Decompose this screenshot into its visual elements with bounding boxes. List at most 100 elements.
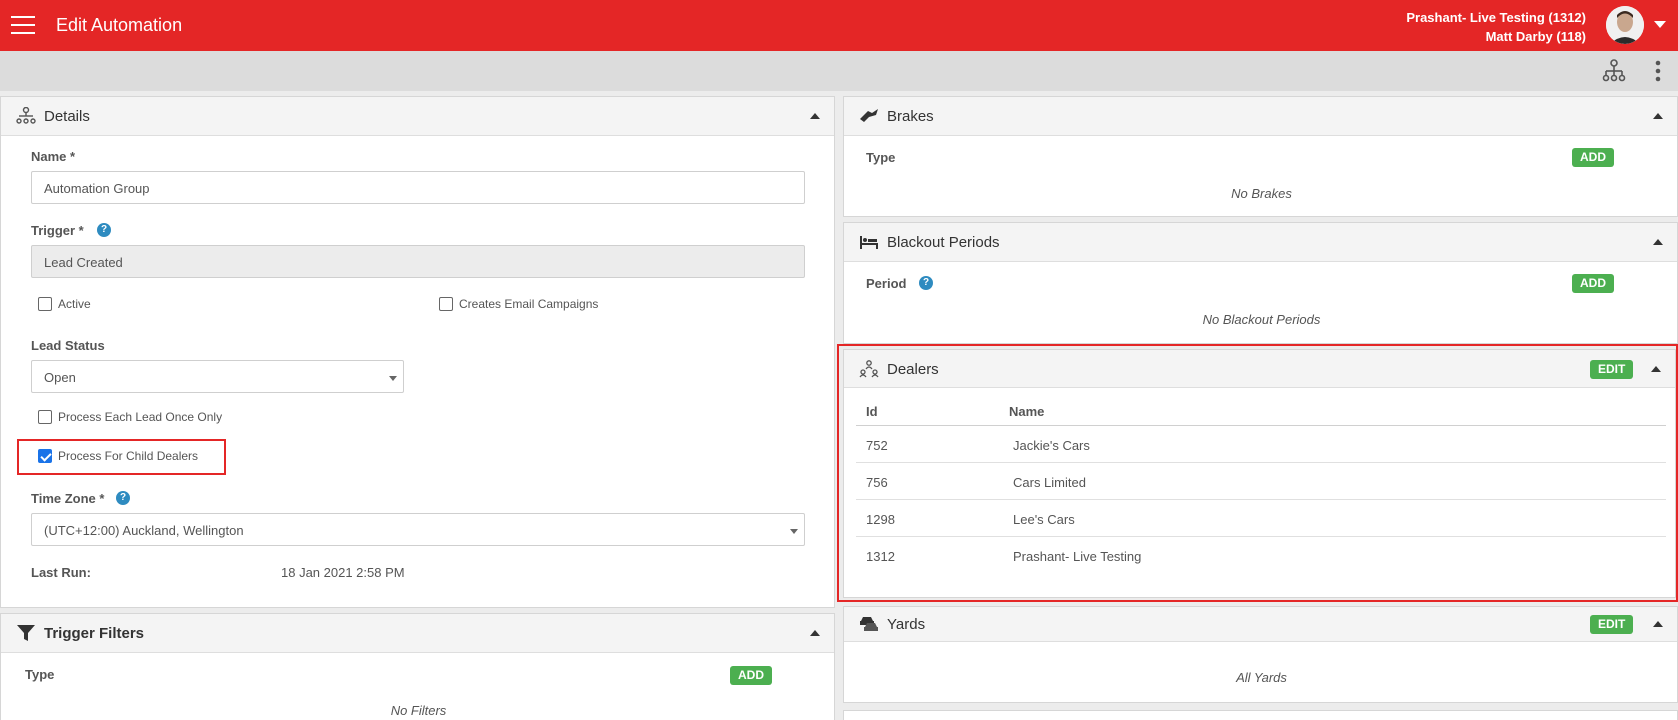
dealer-id: 1312 — [866, 549, 895, 564]
collapse-icon[interactable] — [810, 630, 820, 636]
timezone-value: (UTC+12:00) Auckland, Wellington — [44, 523, 244, 538]
lead-status-label: Lead Status — [31, 338, 105, 353]
user-menu-caret-icon[interactable] — [1654, 21, 1666, 28]
dealer-id: 756 — [866, 475, 888, 490]
details-title: Details — [44, 108, 90, 125]
collapse-icon[interactable] — [1651, 366, 1661, 372]
user-info[interactable]: Prashant- Live Testing (1312) Matt Darby… — [1406, 8, 1586, 46]
process-once-checkbox-row[interactable]: Process Each Lead Once Only — [38, 410, 222, 424]
edit-dealers-button[interactable]: EDIT — [1590, 360, 1634, 379]
active-checkbox-row[interactable]: Active — [38, 297, 91, 311]
dealers-header[interactable]: Dealers EDIT — [844, 350, 1675, 388]
period-label: Period — [866, 276, 907, 291]
trigger-filters-header[interactable]: Trigger Filters — [1, 614, 834, 653]
user-avatar-icon — [1606, 6, 1644, 44]
brake-icon — [859, 107, 879, 125]
blackout-panel: Blackout Periods Period ? ADD No Blackou… — [843, 222, 1678, 344]
dealer-name: Cars Limited — [1013, 475, 1086, 490]
table-row[interactable]: 756 Cars Limited — [856, 463, 1666, 500]
trigger-label: Trigger * — [31, 223, 84, 238]
creates-email-checkbox-row[interactable]: Creates Email Campaigns — [439, 297, 598, 311]
last-run-value: 18 Jan 2021 2:58 PM — [281, 565, 405, 580]
no-filters-message: No Filters — [390, 703, 447, 718]
add-filter-button[interactable]: ADD — [730, 666, 772, 685]
creates-email-checkbox[interactable] — [439, 297, 453, 311]
active-label: Active — [58, 297, 91, 311]
last-run-label: Last Run: — [31, 565, 91, 580]
help-icon[interactable]: ? — [116, 491, 130, 505]
collapse-icon[interactable] — [810, 113, 820, 119]
user-name-line: Matt Darby (118) — [1485, 29, 1586, 44]
trigger-filters-title: Trigger Filters — [44, 625, 145, 642]
process-child-label: Process For Child Dealers — [58, 449, 199, 463]
lead-status-select[interactable]: Open — [31, 360, 404, 393]
blackout-header[interactable]: Blackout Periods — [844, 223, 1677, 262]
hierarchy-icon — [16, 106, 36, 125]
active-checkbox[interactable] — [38, 297, 52, 311]
creates-email-label: Creates Email Campaigns — [459, 297, 599, 311]
name-label: Name * — [31, 149, 76, 164]
column-header-id: Id — [866, 404, 878, 419]
process-once-checkbox[interactable] — [38, 410, 52, 424]
collapse-icon[interactable] — [1653, 239, 1663, 245]
brakes-title: Brakes — [887, 108, 934, 125]
dealer-id: 752 — [866, 438, 888, 453]
all-yards-message: All Yards — [1236, 670, 1287, 685]
dealers-table: Id Name 752 Jackie's Cars 756 Cars Limit… — [856, 392, 1666, 574]
filter-icon — [16, 624, 36, 642]
help-icon[interactable]: ? — [919, 276, 933, 290]
more-vert-icon[interactable] — [1645, 58, 1671, 84]
edit-yards-button[interactable]: EDIT — [1590, 615, 1634, 634]
yards-panel: Yards EDIT All Yards — [843, 606, 1678, 703]
column-header-name: Name — [1009, 404, 1045, 419]
avatar[interactable] — [1606, 6, 1644, 44]
details-panel: Details Name * Automation Group Trigger … — [0, 96, 835, 608]
dealer-id: 1298 — [866, 512, 895, 527]
table-row[interactable]: 752 Jackie's Cars — [856, 426, 1666, 463]
process-once-label: Process Each Lead Once Only — [58, 410, 223, 424]
table-row[interactable]: 1298 Lee's Cars — [856, 500, 1666, 537]
brakes-header[interactable]: Brakes — [844, 97, 1677, 136]
trigger-filters-panel: Trigger Filters Type ADD No Filters — [0, 613, 835, 720]
yard-cars-icon — [859, 615, 879, 633]
brakes-panel: Brakes Type ADD No Brakes — [843, 96, 1678, 217]
lead-status-value: Open — [44, 370, 76, 385]
page-title: Edit Automation — [56, 15, 183, 35]
timezone-label: Time Zone * — [31, 491, 105, 506]
add-brake-button[interactable]: ADD — [1572, 148, 1614, 167]
user-dealer-line: Prashant- Live Testing (1312) — [1406, 10, 1586, 25]
chevron-down-icon — [790, 529, 798, 534]
bed-icon — [859, 233, 879, 251]
dealer-name: Jackie's Cars — [1013, 438, 1090, 453]
top-app-bar: Edit Automation Prashant- Live Testing (… — [0, 0, 1678, 51]
dealers-network-icon — [859, 360, 879, 378]
name-input[interactable]: Automation Group — [31, 171, 805, 204]
hierarchy-icon[interactable] — [1601, 58, 1627, 84]
dealers-title: Dealers — [887, 361, 939, 378]
blackout-title: Blackout Periods — [887, 234, 1000, 251]
brake-type-label: Type — [866, 150, 896, 165]
no-brakes-message: No Brakes — [1231, 186, 1292, 201]
dealer-name: Lee's Cars — [1013, 512, 1075, 527]
next-panel-edge — [843, 710, 1678, 720]
toolbar — [0, 51, 1678, 91]
dealer-name: Prashant- Live Testing — [1013, 549, 1142, 564]
yards-title: Yards — [887, 616, 926, 633]
details-panel-header[interactable]: Details — [1, 97, 834, 136]
collapse-icon[interactable] — [1653, 113, 1663, 119]
help-icon[interactable]: ? — [97, 223, 111, 237]
filter-type-label: Type — [25, 667, 55, 682]
yards-header[interactable]: Yards EDIT — [844, 607, 1677, 642]
trigger-input: Lead Created — [31, 245, 805, 278]
no-blackout-message: No Blackout Periods — [1202, 312, 1321, 327]
chevron-down-icon — [389, 376, 397, 381]
table-header: Id Name — [856, 392, 1666, 426]
menu-icon[interactable] — [11, 16, 35, 34]
add-blackout-button[interactable]: ADD — [1572, 274, 1614, 293]
dealers-panel: Dealers EDIT Id Name 752 Jackie's Cars 7… — [843, 349, 1676, 598]
process-child-checkbox-row[interactable]: Process For Child Dealers — [38, 449, 198, 463]
process-child-checkbox[interactable] — [38, 449, 52, 463]
collapse-icon[interactable] — [1653, 621, 1663, 627]
timezone-select[interactable]: (UTC+12:00) Auckland, Wellington — [31, 513, 805, 546]
table-row[interactable]: 1312 Prashant- Live Testing — [856, 537, 1666, 574]
